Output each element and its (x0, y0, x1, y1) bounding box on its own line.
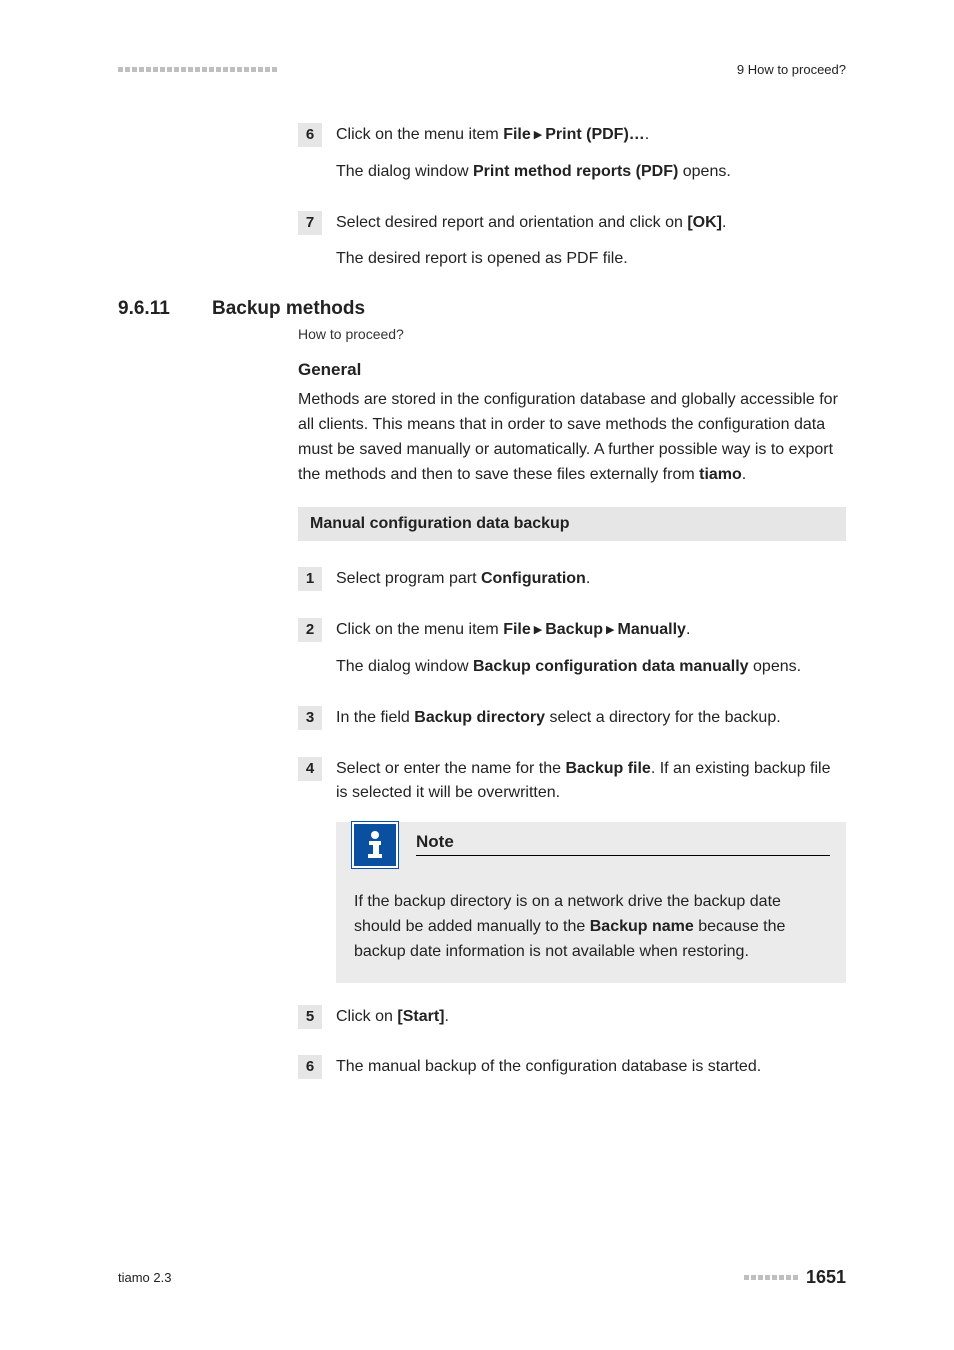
note-rule (416, 855, 830, 856)
backup-step-5: 5 Click on [Start]. (298, 1005, 846, 1030)
page-number: 1651 (806, 1267, 846, 1288)
backup-step-3: 3 In the field Backup directory select a… (298, 706, 846, 731)
note-body: If the backup directory is on a network … (352, 890, 830, 964)
backup-step-2: 2 Click on the menu item File▶Backup▶Man… (298, 618, 846, 680)
footer-product: tiamo 2.3 (118, 1270, 171, 1285)
step-number: 6 (298, 123, 322, 147)
step-text: Click on the menu item File▶Backup▶Manua… (336, 618, 846, 643)
step-subtext: The desired report is opened as PDF file… (336, 247, 846, 272)
header-chapter-title: 9 How to proceed? (737, 62, 846, 77)
section-number: 9.6.11 (118, 298, 212, 320)
manual-backup-subhead: Manual configuration data backup (298, 507, 846, 541)
step-7-select-report: 7 Select desired report and orientation … (298, 211, 846, 273)
step-number: 3 (298, 706, 322, 730)
decorative-dots-left (118, 67, 277, 72)
page-header: 9 How to proceed? (118, 62, 846, 77)
step-subtext: The dialog window Backup configuration d… (336, 655, 846, 680)
step-number: 6 (298, 1055, 322, 1079)
general-paragraph: Methods are stored in the configuration … (298, 388, 846, 487)
step-number: 2 (298, 618, 322, 642)
decorative-dots-right (744, 1275, 798, 1280)
step-text: Click on [Start]. (336, 1005, 846, 1030)
triangle-icon: ▶ (531, 129, 545, 141)
triangle-icon: ▶ (531, 624, 545, 636)
info-icon (352, 822, 398, 868)
step-text: Select or enter the name for the Backup … (336, 757, 846, 807)
page-footer: tiamo 2.3 1651 (118, 1267, 846, 1288)
backup-step-6: 6 The manual backup of the configuration… (298, 1055, 846, 1080)
step-number: 5 (298, 1005, 322, 1029)
step-6-print-pdf: 6 Click on the menu item File▶Print (PDF… (298, 123, 846, 185)
section-title: Backup methods (212, 298, 365, 320)
note-title: Note (416, 832, 830, 854)
step-number: 4 (298, 757, 322, 781)
section-heading: 9.6.11 Backup methods (118, 298, 846, 320)
step-text: Click on the menu item File▶Print (PDF)…… (336, 123, 846, 148)
step-text: The manual backup of the configuration d… (336, 1055, 846, 1080)
step-text: Select desired report and orientation an… (336, 211, 846, 236)
section-breadcrumb: How to proceed? (298, 326, 846, 342)
triangle-icon: ▶ (603, 624, 617, 636)
general-heading: General (298, 360, 846, 380)
note-box: Note If the backup directory is on a net… (336, 822, 846, 982)
step-number: 7 (298, 211, 322, 235)
step-number: 1 (298, 567, 322, 591)
backup-step-1: 1 Select program part Configuration. (298, 567, 846, 592)
backup-step-4: 4 Select or enter the name for the Backu… (298, 757, 846, 807)
step-text: Select program part Configuration. (336, 567, 846, 592)
step-subtext: The dialog window Print method reports (… (336, 160, 846, 185)
step-text: In the field Backup directory select a d… (336, 706, 846, 731)
